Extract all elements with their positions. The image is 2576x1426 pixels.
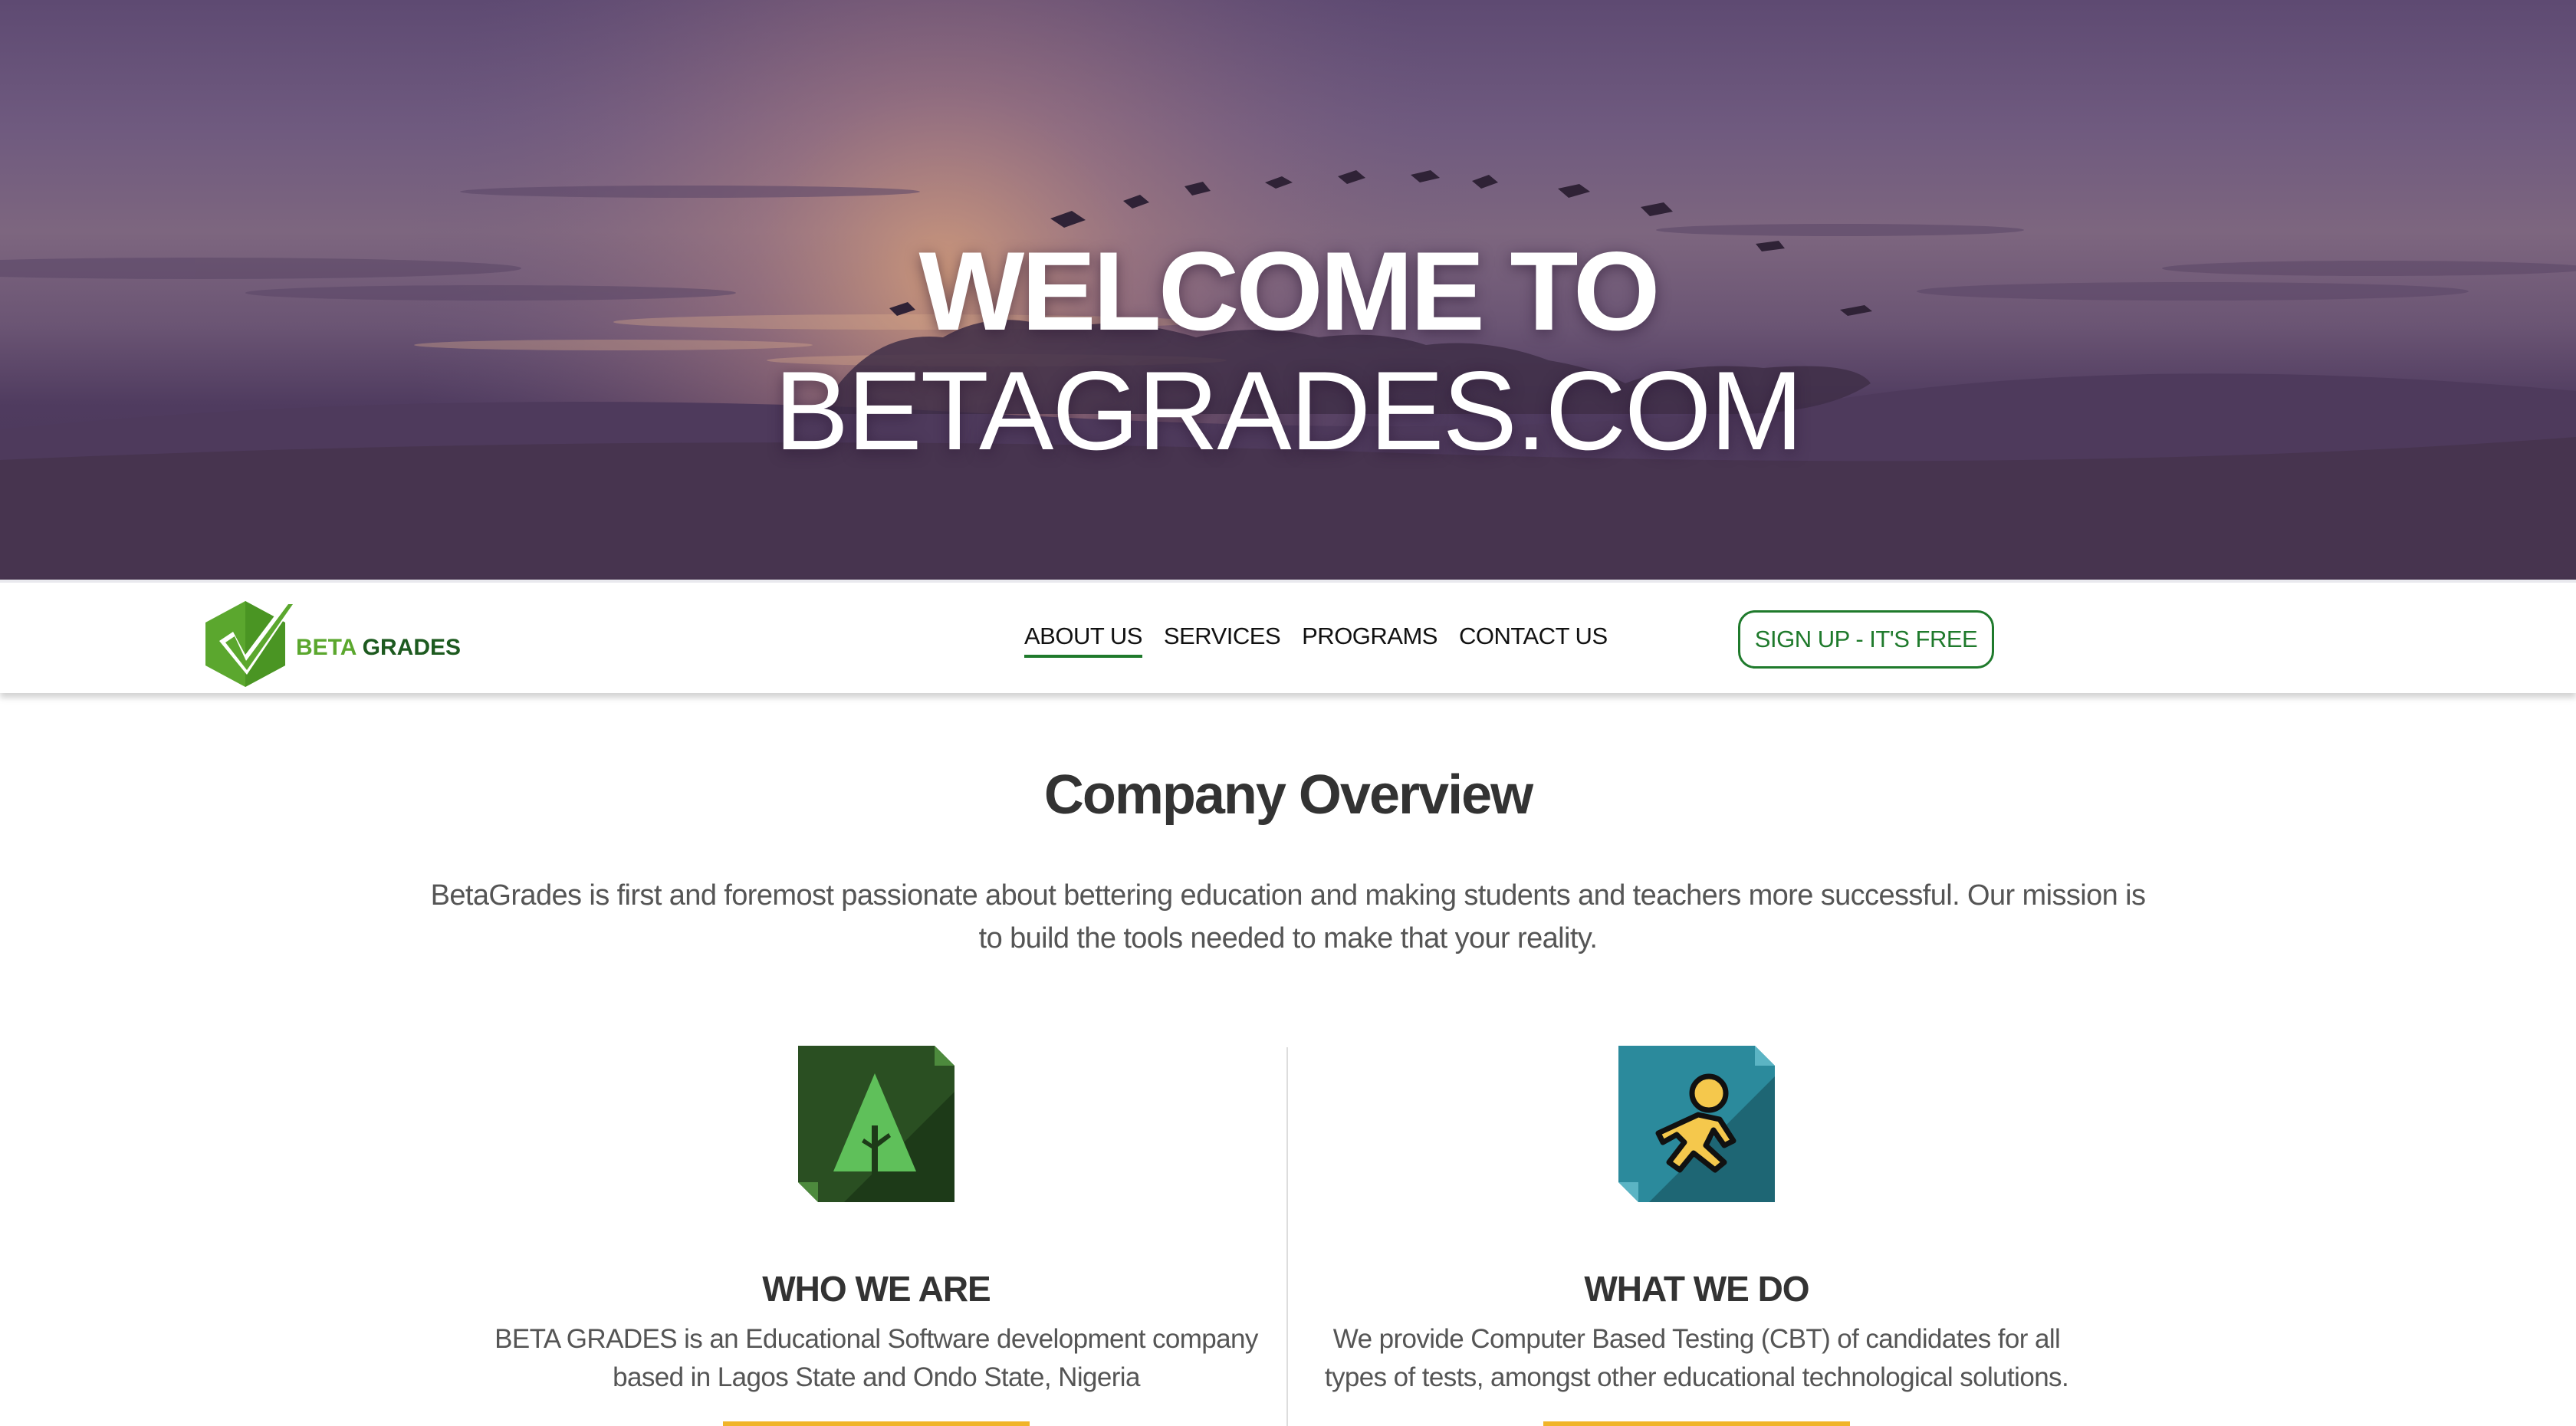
nav-link-contact-us[interactable]: CONTACT US — [1459, 623, 1608, 658]
feature-title: WHO WE ARE — [762, 1269, 991, 1309]
hero-heading-line2: BETAGRADES.COM — [774, 348, 1803, 473]
section-title: Company Overview — [1043, 764, 1533, 826]
feature-button-right-partial[interactable] — [1543, 1421, 1850, 1426]
column-divider — [1286, 1047, 1288, 1426]
feature-button-left-partial[interactable] — [723, 1421, 1030, 1426]
checkmark-hexagon-icon — [205, 600, 297, 687]
hero-banner: WELCOME TO BETAGRADES.COM — [0, 0, 2576, 580]
logo-text: BETA GRADES — [296, 635, 461, 661]
main-navbar: BETA GRADES ABOUT US SERVICES PROGRAMS C… — [0, 580, 2576, 693]
nav-links: ABOUT US SERVICES PROGRAMS CONTACT US — [1024, 623, 1608, 658]
feature-who-we-are: WHO WE ARE BETA GRADES is an Educational… — [478, 1046, 1275, 1397]
tree-icon — [798, 1046, 955, 1202]
logo-text-beta: BETA — [296, 635, 356, 660]
nav-link-about-us[interactable]: ABOUT US — [1024, 623, 1142, 658]
signup-button[interactable]: SIGN UP - IT'S FREE — [1738, 610, 1994, 669]
feature-description: BETA GRADES is an Educational Software d… — [495, 1324, 1258, 1392]
section-intro-text: BetaGrades is first and foremost passion… — [430, 879, 2146, 955]
site-logo[interactable]: BETA GRADES — [202, 595, 461, 690]
running-man-icon — [1618, 1046, 1775, 1202]
nav-link-services[interactable]: SERVICES — [1164, 623, 1281, 658]
feature-what-we-do: WHAT WE DO We provide Computer Based Tes… — [1298, 1046, 2095, 1397]
nav-link-programs[interactable]: PROGRAMS — [1302, 623, 1438, 658]
feature-title: WHAT WE DO — [1584, 1269, 1809, 1309]
feature-description: We provide Computer Based Testing (CBT) … — [1324, 1324, 2069, 1392]
hero-heading-line1: WELCOME TO — [918, 228, 1660, 353]
logo-text-grades: GRADES — [362, 635, 462, 660]
